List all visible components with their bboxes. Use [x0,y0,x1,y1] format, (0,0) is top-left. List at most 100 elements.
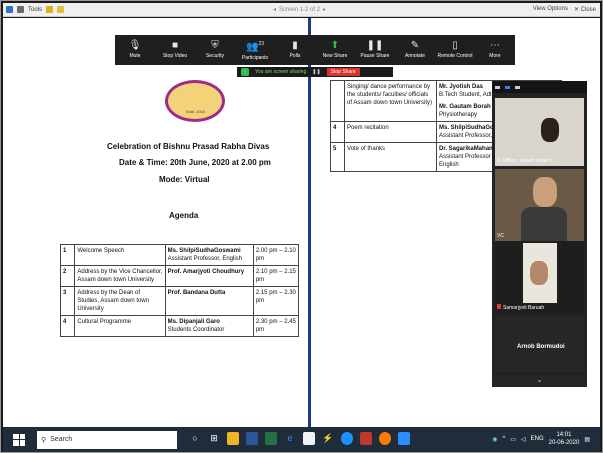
network-icon[interactable]: ▭ [510,436,516,443]
polls-button[interactable]: ▮ Polls [275,40,315,60]
table-row: 2 Address by the Vice Chancellor, Assam … [59,265,300,287]
language-indicator[interactable]: ENG [531,436,544,442]
share-arrow-icon: ⬆ [330,40,340,51]
row-number: 1 [59,244,76,266]
prev-page-icon[interactable]: ◂ [273,6,276,13]
row-number [330,80,345,122]
firefox-icon[interactable] [379,432,391,445]
page-left: Estd. 2010 Celebration of Bishnu Prasad … [13,18,303,427]
acrobat-icon[interactable] [360,432,372,445]
agenda-heading: Agenda [169,211,199,220]
file-explorer-icon[interactable] [227,432,239,445]
security-button[interactable]: ⛨ Security [195,40,235,60]
active-speaker-view-icon[interactable] [505,85,510,89]
clock[interactable]: 14:01 20-06-2020 [549,431,580,447]
minimize-icon[interactable] [495,85,500,89]
document-date: Date & Time: 20th June, 2020 at 2.00 pm [119,158,271,167]
more-button[interactable]: ⋯ More [475,41,515,60]
page-divider [308,18,311,427]
note-icon[interactable] [57,6,65,13]
document-mode: Mode: Virtual [159,175,210,184]
participant-video [541,118,559,142]
reader-toolbar: Tools ◂ Screen 1-2 of 2 ▸ View Options ✕… [3,3,600,17]
table-row: 3 Address by the Dean of Studies, Assam … [59,286,300,316]
video-panel-header [492,81,587,93]
dropbox-icon[interactable]: ⚡ [322,432,334,445]
row-role: Students Coordinator [167,327,225,333]
participant-video [521,207,567,241]
row-number: 4 [59,315,76,337]
row-person-cell: Ms. Dipanjali Garo Students Coordinator [164,315,254,337]
store-icon[interactable] [303,432,315,445]
muted-mic-icon [497,304,501,309]
participant-name-row: Samarjyoti Baruah [497,304,544,311]
chevron-down-icon[interactable]: ⌄ [492,375,587,387]
new-share-button[interactable]: ⬆ New Share [315,40,355,60]
screen-sharing-banner: ↑ You are screen sharing ❚❚ Stop Share [237,67,393,77]
participant-name: Arnob Bormudoi [517,344,565,350]
remote-control-label: Remote Control [437,53,473,59]
row-activity: Address by the Dean of Studies, Assam do… [74,286,166,316]
video-tile[interactable]: IT Officer, Assam down t... [495,98,584,166]
tray-chevron-icon[interactable]: ^ [502,436,505,442]
bar-chart-icon: ▮ [292,40,298,51]
highlight-icon[interactable] [46,6,54,13]
taskbar-search-input[interactable]: ⚲ Search [37,430,177,449]
next-page-icon[interactable]: ▸ [323,6,326,13]
video-tile[interactable]: Arnob Bormudoi [495,316,584,372]
remote-control-button[interactable]: ▯ Remote Control [435,41,475,60]
document-title: Celebration of Bishnu Prasad Rabha Divas [107,142,270,151]
row-number: 4 [330,121,345,143]
video-tile[interactable]: VC [495,169,584,241]
zoom-icon[interactable] [398,432,410,445]
edge-icon[interactable]: e [284,432,296,445]
weather-icon[interactable]: ◉ [492,436,497,443]
logo-text: Estd. 2010 [186,109,206,114]
close-button[interactable]: ✕ Close [574,6,596,13]
print-icon[interactable] [17,6,24,13]
save-icon[interactable] [6,6,13,13]
participant-name: IT Officer, Assam down t... [497,158,556,164]
tools-menu[interactable]: Tools [28,7,42,13]
pause-share-button[interactable]: ❚❚ Pause Share [355,41,395,60]
row-role: Assistant Professor, English [167,256,242,262]
mute-button[interactable]: 🎙 Mute [115,40,155,60]
mute-label: Mute [129,53,141,59]
view-options-menu[interactable]: View Options [533,6,568,13]
annotate-button[interactable]: ✎ Annotate [395,41,435,60]
row-time: 2.10 pm – 2.15 pm [252,265,300,287]
participants-button[interactable]: 👥23 Participants [235,39,275,60]
annotate-label: Annotate [404,53,426,59]
notifications-icon[interactable]: ▤ [584,436,590,443]
gallery-view-icon[interactable] [515,85,520,89]
microphone-icon: 🎙 [128,40,142,51]
chrome-icon[interactable] [341,432,353,445]
row-person-cell: Prof. Amarjyoti Choudhury [164,265,254,287]
task-view-icon[interactable]: ⊞ [208,432,220,445]
participant-video [533,177,557,207]
row-number: 5 [330,142,345,172]
sharing-text: You are screen sharing [255,69,307,75]
university-logo: Estd. 2010 [165,80,225,122]
row-person: Prof. Amarjyoti Choudhury [167,269,245,275]
screen: Tools ◂ Screen 1-2 of 2 ▸ View Options ✕… [0,0,603,453]
video-tile[interactable]: Samarjyoti Baruah [495,241,584,313]
security-label: Security [205,53,225,59]
agenda-table: 1 Welcome Speech Ms. ShilpiSudhaGoswami … [59,244,300,337]
table-row: 1 Welcome Speech Ms. ShilpiSudhaGoswami … [59,244,300,266]
row-time: 2.15 pm – 2.30 pm [252,286,300,316]
cortana-icon[interactable]: ○ [189,432,201,445]
word-icon[interactable] [246,432,258,445]
taskbar-apps: ○ ⊞ e ⚡ [189,432,410,445]
shield-icon: ⛨ [211,40,219,51]
row-person-cell: Prof. Bandana Dutta [164,286,254,316]
stop-share-button[interactable]: Stop Share [326,68,360,76]
row-person: Ms. Dipanjali Garo [167,319,220,325]
row-person: Ms. ShilpiSudhaGoswami [167,248,241,254]
excel-icon[interactable] [265,432,277,445]
windows-start-icon[interactable] [13,433,25,446]
row-time: 2.30 pm – 2.45 pm [252,315,300,337]
stop-video-button[interactable]: ■ Stop Video [155,41,195,60]
volume-icon[interactable]: ◁ [521,436,526,443]
row-time: 2.00 pm – 2.10 pm [252,244,300,266]
